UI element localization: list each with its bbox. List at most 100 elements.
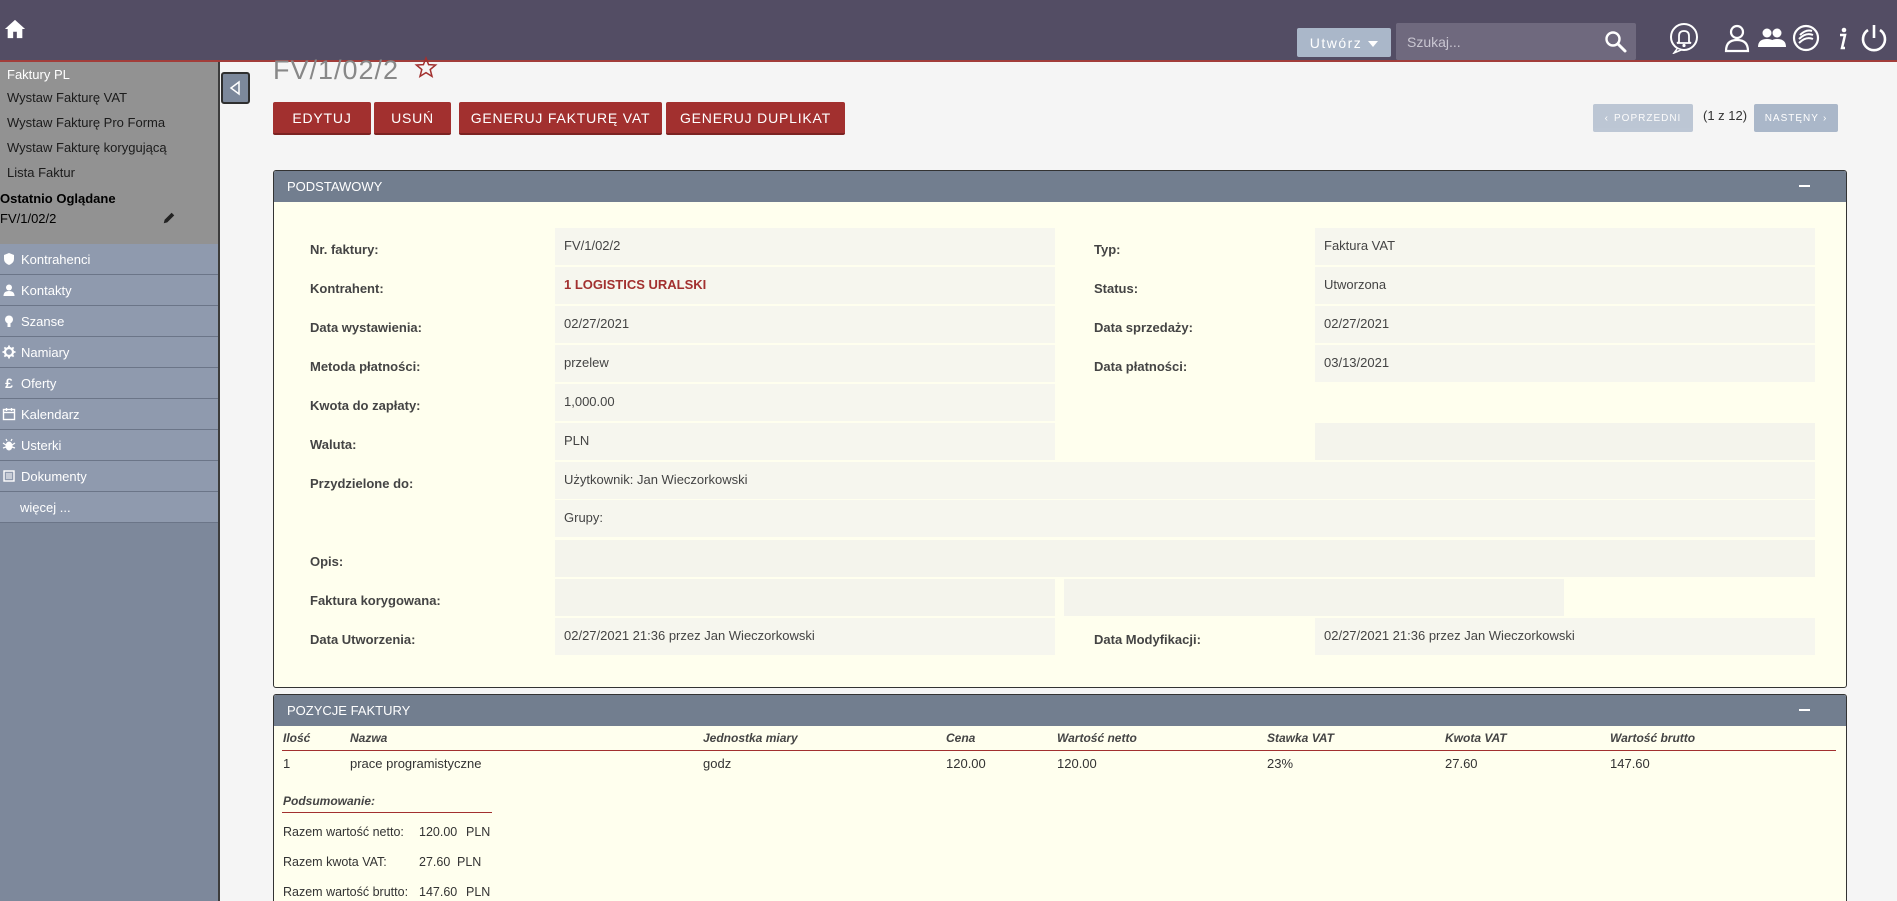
create-dropdown-button[interactable]: Utwórz (1297, 28, 1391, 57)
sidebar-item-label: Kalendarz (21, 406, 80, 422)
sidebar-item-namiary[interactable]: Namiary (0, 337, 218, 368)
summary-currency: PLN (457, 855, 482, 869)
triangle-left-icon (229, 80, 240, 96)
sidebar-item-kontrahenci[interactable]: Kontrahenci (0, 244, 218, 275)
user-profile-icon[interactable] (1721, 22, 1753, 54)
sidebar-item-usterki[interactable]: Usterki (0, 430, 218, 461)
summary-label: Razem wartość brutto: (283, 885, 409, 899)
documents-icon (3, 470, 15, 482)
description-value (555, 540, 1815, 577)
pencil-edit-icon[interactable] (162, 211, 176, 225)
column-header: Nazwa (350, 731, 388, 745)
sidebar-item-dokumenty[interactable]: Dokumenty (0, 461, 218, 492)
column-header: Cena (946, 731, 976, 745)
sidebar: Faktury PL Wystaw Fakturę VAT Wystaw Fak… (0, 62, 220, 901)
favorite-star-icon[interactable] (414, 56, 438, 80)
table-cell: 23% (1267, 756, 1294, 771)
next-record-button[interactable]: NASTĘNY › (1754, 104, 1838, 132)
next-label: NASTĘNY (1764, 112, 1819, 124)
issue-date-value: 02/27/2021 (555, 306, 1055, 343)
sidebar-item-label: Usterki (21, 437, 62, 453)
recently-viewed-item[interactable]: FV/1/02/2 (0, 208, 218, 229)
sidebar-more-link[interactable]: więcej ... (0, 492, 218, 523)
payment-method-value: przelew (555, 345, 1055, 382)
logout-power-icon[interactable] (1858, 22, 1890, 54)
delete-button[interactable]: USUŃ (374, 102, 451, 135)
assigned-groups-value: Grupy: (555, 500, 1815, 537)
info-icon[interactable] (1826, 22, 1858, 54)
description-label: Opis: (310, 554, 344, 569)
panel-header-items[interactable]: POZYCJE FAKTURY (274, 695, 1846, 726)
corrected-invoice-label: Faktura korygowana: (310, 593, 441, 608)
record-counter: (1 z 12) (1703, 108, 1748, 123)
sidebar-action-create-vat[interactable]: Wystaw Fakturę VAT (0, 86, 218, 111)
recently-viewed-title: Ostatnio Oglądane (0, 191, 116, 206)
gear-icon (2, 345, 16, 359)
type-label: Typ: (1094, 242, 1121, 257)
search-input[interactable] (1396, 23, 1596, 60)
sugar-logo-icon[interactable] (1790, 22, 1822, 54)
table-header-divider (282, 750, 1836, 751)
basic-info-panel: PODSTAWOWY Nr. faktury: FV/1/02/2 Typ: F… (273, 170, 1847, 688)
table-cell: 120.00 (1057, 756, 1097, 771)
sidebar-actions-section: Faktury PL Wystaw Fakturę VAT Wystaw Fak… (0, 62, 218, 244)
sidebar-action-list-invoices[interactable]: Lista Faktur (0, 161, 218, 186)
notifications-bell-icon[interactable] (1668, 22, 1700, 54)
create-label: Utwórz (1309, 34, 1363, 51)
generate-duplicate-button[interactable]: GENERUJ DUPLIKAT (666, 102, 845, 135)
summary-label: Razem wartość netto: (283, 825, 404, 839)
payment-method-label: Metoda płatności: (310, 359, 421, 374)
panel-header-basic[interactable]: PODSTAWOWY (274, 171, 1846, 202)
status-label: Status: (1094, 281, 1139, 296)
calendar-icon (2, 408, 16, 421)
lightbulb-icon (5, 315, 13, 327)
currency-label: Waluta: (310, 437, 357, 452)
column-header: Wartość netto (1057, 731, 1137, 745)
collapse-minus-icon[interactable] (1799, 185, 1810, 187)
panel-title: PODSTAWOWY (287, 179, 383, 194)
invoice-number-value: FV/1/02/2 (555, 228, 1055, 265)
summary-divider (282, 812, 492, 813)
edit-button[interactable]: EDYTUJ (273, 102, 371, 135)
summary-title: Podsumowanie: (283, 794, 376, 808)
sidebar-item-szanse[interactable]: Szanse (0, 306, 218, 337)
recently-viewed-item-label: FV/1/02/2 (0, 211, 57, 226)
sidebar-item-kalendarz[interactable]: Kalendarz (0, 399, 218, 430)
record-title: FV/1/02/2 (273, 55, 400, 85)
summary-currency: PLN (466, 885, 491, 899)
sidebar-item-kontakty[interactable]: Kontakty (0, 275, 218, 306)
sidebar-item-label: Kontakty (21, 282, 72, 298)
top-navigation-bar: Utwórz (0, 0, 1897, 62)
sale-date-label: Data sprzedaży: (1094, 320, 1193, 335)
chevron-down-icon (1368, 40, 1379, 47)
sidebar-action-create-correction[interactable]: Wystaw Fakturę korygującą (0, 136, 218, 161)
contractor-label: Kontrahent: (310, 281, 384, 296)
generate-vat-invoice-button[interactable]: GENERUJ FAKTURĘ VAT (459, 102, 662, 135)
shield-icon (4, 253, 14, 265)
home-icon[interactable] (4, 18, 26, 40)
summary-row-net: Razem wartość netto: 120.00 PLN (283, 825, 490, 839)
table-cell: 147.60 (1610, 756, 1650, 771)
sidebar-action-create-proforma[interactable]: Wystaw Fakturę Pro Forma (0, 111, 218, 136)
search-icon[interactable] (1604, 30, 1628, 54)
previous-label: POPRZEDNI (1614, 112, 1682, 124)
summary-value: 27.60 (419, 855, 451, 869)
column-header: Stawka VAT (1267, 731, 1334, 745)
amount-label: Kwota do zapłaty: (310, 398, 421, 413)
collapse-minus-icon[interactable] (1799, 709, 1810, 711)
invoice-number-label: Nr. faktury: (310, 242, 379, 257)
assigned-to-label: Przydzielone do: (310, 476, 414, 491)
assigned-user-value: Użytkownik: Jan Wieczorkowski (555, 462, 1815, 499)
contractor-link[interactable]: 1 LOGISTICS URALSKI (555, 267, 1055, 304)
table-cell: 1 (283, 756, 291, 771)
table-cell: 27.60 (1445, 756, 1478, 771)
sidebar-item-label: Kontrahenci (21, 251, 91, 267)
sidebar-collapse-button[interactable] (221, 72, 250, 104)
panel-title: POZYCJE FAKTURY (287, 703, 411, 718)
global-search (1396, 23, 1636, 60)
previous-record-button[interactable]: ‹ POPRZEDNI (1593, 104, 1693, 132)
empty-field (1315, 423, 1815, 460)
column-header: Ilość (283, 731, 311, 745)
sidebar-item-oferty[interactable]: £ Oferty (0, 368, 218, 399)
employees-icon[interactable] (1756, 22, 1788, 54)
